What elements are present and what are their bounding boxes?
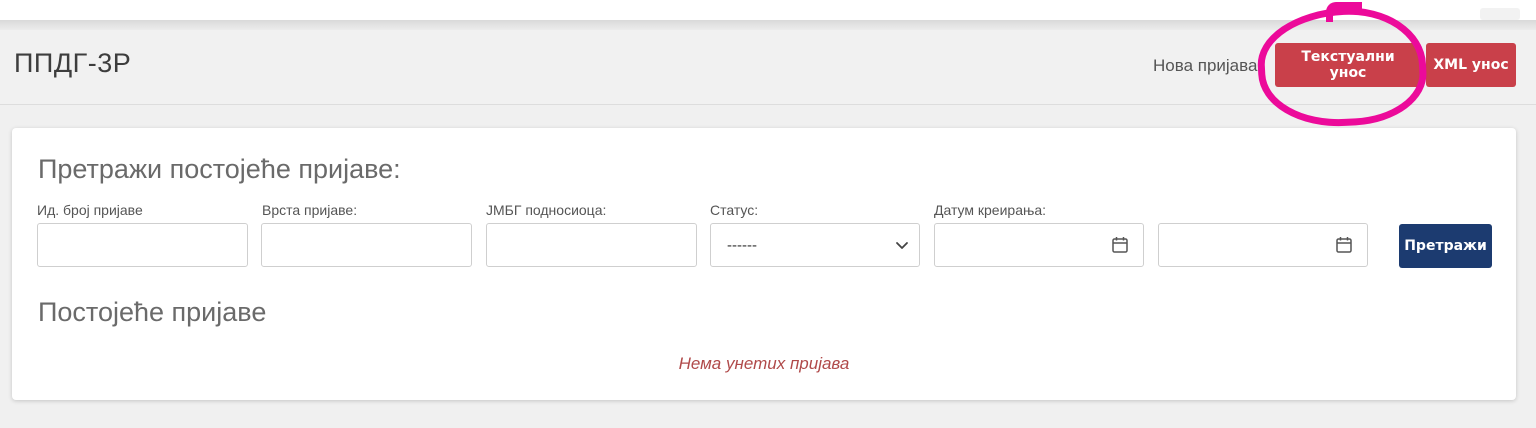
page-header: ППДГ-3Р Нова пријава: Текстуални унос XM…: [0, 30, 1536, 105]
status-selected-value: ------: [727, 236, 757, 254]
type-input[interactable]: [261, 223, 472, 267]
date-to-input[interactable]: [1158, 223, 1368, 267]
status-label: Статус:: [710, 202, 759, 218]
id-label: Ид. број пријаве: [37, 202, 143, 218]
page-title: ППДГ-3Р: [14, 48, 132, 78]
status-select[interactable]: ------: [710, 223, 920, 267]
text-entry-button[interactable]: Текстуални унос: [1275, 43, 1421, 87]
search-section-title: Претражи постојеће пријаве:: [38, 154, 401, 184]
jmbg-input[interactable]: [486, 223, 697, 267]
id-input[interactable]: [37, 223, 248, 267]
xml-entry-button[interactable]: XML унос: [1426, 43, 1516, 87]
chevron-down-icon: [896, 242, 908, 249]
new-application-label: Нова пријава:: [1153, 56, 1263, 75]
date-label: Датум креирања:: [934, 202, 1047, 218]
jmbg-label: ЈМБГ подносиоца:: [486, 202, 607, 218]
type-label: Врста пријаве:: [262, 202, 358, 218]
search-card: Претражи постојеће пријаве: Ид. број при…: [12, 128, 1516, 400]
search-button[interactable]: Претражи: [1399, 224, 1492, 268]
top-divider: [0, 20, 1536, 30]
empty-results-message: Нема унетих пријава: [678, 354, 850, 373]
calendar-icon[interactable]: [1111, 236, 1129, 254]
date-from-input[interactable]: [934, 223, 1144, 267]
existing-applications-title: Постојеће пријаве: [38, 297, 267, 327]
top-right-tab: [1480, 8, 1520, 20]
browser-top-strip: [0, 0, 1536, 20]
calendar-icon[interactable]: [1335, 236, 1353, 254]
